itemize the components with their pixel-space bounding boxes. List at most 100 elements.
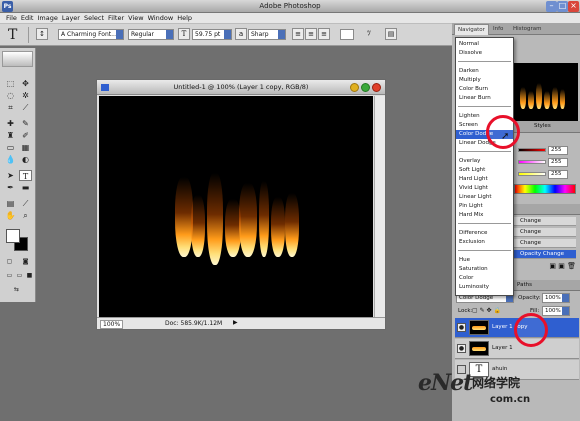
blend-option[interactable]: Hard Mix [456,211,513,220]
minimize-icon[interactable]: – [546,1,557,12]
blend-option[interactable]: Soft Light [456,166,513,175]
jump-to-imageready-icon[interactable]: ⇆ [10,284,23,295]
warp-text-icon[interactable]: ﾂ [363,28,375,40]
eraser-tool-icon[interactable]: ▭ [4,142,17,153]
blue-slider[interactable] [518,172,546,176]
document-maximize-icon[interactable] [361,83,370,92]
align-left-icon[interactable]: ≡ [292,28,304,40]
blend-option[interactable]: Darken [456,67,513,76]
font-style-select[interactable]: Regular [128,29,174,40]
red-slider[interactable] [518,148,546,152]
blend-option[interactable]: Exclusion [456,238,513,247]
document-title-bar[interactable]: Untitled-1 @ 100% (Layer 1 copy, RGB/8) [97,80,385,95]
brush-tool-icon[interactable]: ✎ [19,118,32,129]
path-selection-tool-icon[interactable]: ➤ [4,170,17,181]
anti-alias-select[interactable]: Sharp [248,29,286,40]
opacity-field[interactable]: 100% [542,293,570,303]
lasso-tool-icon[interactable]: ◌ [4,90,17,101]
foreground-color-swatch[interactable] [6,229,20,243]
notes-tool-icon[interactable]: ▤ [4,198,17,209]
menu-edit[interactable]: Edit [19,13,36,22]
tab-navigator[interactable]: Navigator [454,24,489,35]
vertical-scrollbar[interactable] [374,96,385,317]
quick-mask-on-icon[interactable]: ◙ [19,256,32,267]
magic-wand-tool-icon[interactable]: ✲ [19,90,32,101]
orientation-toggle-icon[interactable]: ↕ [36,28,48,40]
green-slider[interactable] [518,160,546,164]
blend-option[interactable]: Hue [456,256,513,265]
text-color-swatch[interactable] [340,29,354,40]
zoom-tool-icon[interactable]: ⌕ [19,210,32,221]
fill-field[interactable]: 100% [542,306,570,316]
blur-tool-icon[interactable]: 💧 [4,154,17,165]
blend-option[interactable]: Color [456,274,513,283]
tab-styles[interactable]: Styles [534,123,551,129]
pen-tool-icon[interactable]: ✒ [4,182,17,193]
menu-view[interactable]: View [126,13,145,22]
menu-window[interactable]: Window [146,13,176,22]
palettes-toggle-icon[interactable]: ▤ [385,28,397,40]
marquee-tool-icon[interactable]: ⬚ [4,78,17,89]
blend-option[interactable]: Normal [456,40,513,49]
red-value[interactable]: 255 [548,146,568,155]
tab-histogram[interactable]: Histogram [510,24,545,35]
menu-image[interactable]: Image [35,13,59,22]
blend-option[interactable]: Vivid Light [456,184,513,193]
tab-paths[interactable]: Paths [517,282,532,288]
close-icon[interactable]: × [568,1,579,12]
green-value[interactable]: 255 [548,158,568,167]
blend-option[interactable]: Multiply [456,76,513,85]
quick-mask-off-icon[interactable]: ▢ [3,256,16,267]
document-minimize-icon[interactable] [350,83,359,92]
eyedropper-tool-icon[interactable]: ⟋ [19,198,32,209]
blend-option[interactable]: Pin Light [456,202,513,211]
align-right-icon[interactable]: ≡ [318,28,330,40]
history-item[interactable]: Change [514,228,576,237]
blend-option[interactable]: Linear Light [456,193,513,202]
history-brush-tool-icon[interactable]: ✐ [19,130,32,141]
layer-row[interactable]: ● Layer 1 [455,339,579,359]
blend-option[interactable]: Overlay [456,157,513,166]
history-actions-icon[interactable]: ▣ ▣ 🗑 [530,262,576,271]
menu-file[interactable]: File [4,13,19,22]
blend-option[interactable]: Hard Light [456,175,513,184]
shape-tool-icon[interactable]: ▬ [19,182,32,193]
status-menu-arrow-icon[interactable]: ▶ [233,319,238,326]
menu-filter[interactable]: Filter [106,13,126,22]
healing-brush-tool-icon[interactable]: ✚ [4,118,17,129]
menu-help[interactable]: Help [175,13,194,22]
dodge-tool-icon[interactable]: ◐ [19,154,32,165]
gradient-tool-icon[interactable]: ▦ [19,142,32,153]
history-item-selected[interactable]: Opacity Change [514,250,576,259]
full-screen-icon[interactable]: ■ [23,270,36,281]
tab-info[interactable]: Info [490,24,506,35]
maximize-icon[interactable]: □ [557,1,568,12]
type-tool-button[interactable]: T [19,170,32,181]
blend-option[interactable]: Luminosity [456,283,513,292]
menu-layer[interactable]: Layer [60,13,82,22]
menu-select[interactable]: Select [82,13,106,22]
lock-icons[interactable]: ▢ ✎ ✥ 🔒 [472,307,501,314]
hand-tool-icon[interactable]: ✋ [4,210,17,221]
blend-option[interactable]: Dissolve [456,49,513,58]
zoom-level[interactable]: 100% [100,320,124,329]
clone-stamp-tool-icon[interactable]: ♜ [4,130,17,141]
eye-icon[interactable]: ● [457,344,466,353]
align-center-icon[interactable]: ≡ [305,28,317,40]
blue-value[interactable]: 255 [548,170,568,179]
blend-option[interactable]: Linear Burn [456,94,513,103]
type-tool-icon[interactable]: T [8,27,17,43]
font-size-field[interactable]: 59.75 pt [192,29,232,40]
history-item[interactable]: Change [514,239,576,248]
image-canvas[interactable] [99,96,373,317]
layer-name[interactable]: Layer 1 [492,345,513,351]
font-family-select[interactable]: A Charming Font... [58,29,124,40]
blend-option[interactable]: Saturation [456,265,513,274]
crop-tool-icon[interactable]: ⌗ [4,102,17,113]
navigator-preview[interactable] [512,63,578,129]
color-spectrum-bar[interactable] [514,184,576,194]
move-tool-icon[interactable]: ✥ [19,78,32,89]
document-close-icon[interactable] [372,83,381,92]
history-item[interactable]: Change [514,217,576,226]
blend-option[interactable]: Color Burn [456,85,513,94]
